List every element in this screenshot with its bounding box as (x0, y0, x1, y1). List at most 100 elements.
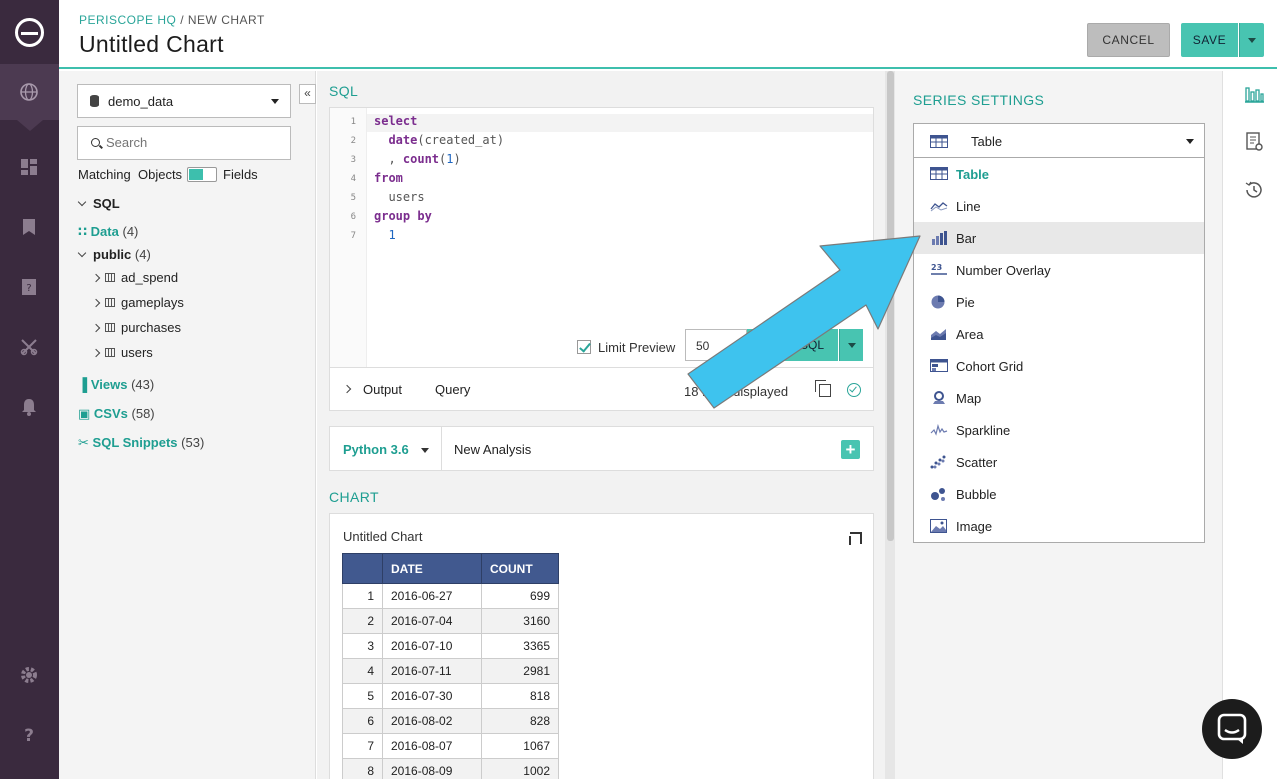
chevron-right-icon (91, 298, 101, 308)
divider (441, 427, 442, 470)
row-index-cell: 7 (342, 733, 383, 759)
table-item[interactable]: purchases (91, 320, 181, 335)
python-version-select[interactable]: Python 3.6 (343, 442, 409, 457)
option-label: Table (956, 167, 989, 182)
objects-label: Objects (137, 167, 183, 182)
chevron-right-icon (91, 323, 101, 333)
output-bar: Output Query 18 rows displayed (329, 367, 874, 411)
line-number: 3 (350, 155, 356, 165)
option-label: Bubble (956, 487, 997, 502)
column-header[interactable]: COUNT (481, 553, 559, 584)
analysis-name[interactable]: New Analysis (454, 442, 531, 457)
map-pin-icon (933, 391, 945, 404)
edit-chart-icon[interactable] (849, 532, 862, 545)
chart-type-option-table[interactable]: Table (914, 158, 1204, 190)
scrollbar[interactable] (885, 71, 895, 779)
table-name: purchases (121, 320, 181, 335)
dashboard-icon[interactable] (18, 156, 40, 178)
save-button[interactable]: SAVE (1181, 23, 1238, 57)
bar-chart-icon[interactable] (1243, 83, 1265, 105)
page-title[interactable]: Untitled Chart (79, 31, 224, 58)
chart-type-option-bubble[interactable]: Bubble (914, 478, 1204, 510)
grid-icon: ∷ (78, 224, 88, 239)
matching-toggle[interactable] (187, 167, 217, 182)
sql-editor[interactable]: 1 2 3 4 5 6 7 select date(created_at) , … (329, 107, 874, 370)
query-tab[interactable]: Query (435, 382, 470, 397)
chevron-down-icon[interactable] (421, 448, 429, 453)
table-item[interactable]: users (91, 345, 153, 360)
tree-sql[interactable]: SQL (77, 196, 120, 211)
help-icon[interactable]: ? (18, 724, 40, 746)
gear-icon[interactable] (18, 664, 40, 686)
search-input[interactable] (106, 135, 276, 150)
line-number: 6 (350, 212, 356, 222)
tree-public[interactable]: public (4) (77, 247, 151, 262)
add-analysis-button[interactable]: + (841, 440, 860, 459)
table-item[interactable]: ad_spend (91, 270, 178, 285)
tools-icon[interactable] (18, 336, 40, 358)
count-cell: 2981 (481, 658, 559, 684)
tree-snippets[interactable]: ✂ SQL Snippets (53) (78, 435, 204, 451)
settings-doc-icon[interactable] (1243, 131, 1265, 153)
table-row: 8 2016-08-09 1002 (342, 758, 559, 779)
table-row: 6 2016-08-02 828 (342, 708, 559, 734)
pie-chart-icon (931, 295, 945, 309)
option-label: Bar (956, 231, 977, 246)
output-tab[interactable]: Output (363, 382, 402, 397)
collapse-panel-button[interactable]: « (299, 84, 316, 104)
schema-search[interactable] (77, 126, 291, 160)
save-dropdown-button[interactable] (1239, 23, 1264, 57)
scrollbar-thumb[interactable] (887, 71, 894, 541)
bookmark-icon: ▐ (78, 377, 88, 392)
chart-type-option-bar[interactable]: Bar (914, 222, 1204, 254)
chart-type-option-area[interactable]: Area (914, 318, 1204, 350)
tree-snippets-count: (53) (181, 435, 205, 450)
line-gutter: 1 2 3 4 5 6 7 (330, 108, 367, 370)
limit-select[interactable]: 50 (685, 329, 747, 361)
bookmark-icon[interactable] (18, 216, 40, 238)
limit-preview-checkbox[interactable] (577, 340, 591, 354)
chart-type-option-sparkline[interactable]: Sparkline (914, 414, 1204, 446)
code-line: from (374, 171, 403, 185)
chart-type-option-map[interactable]: Map (914, 382, 1204, 414)
bell-icon[interactable] (18, 396, 40, 418)
table-body: 1 2016-06-27 699 2 2016-07-04 3160 3 2016-07-10… (342, 583, 559, 779)
chart-type-select[interactable]: Table (913, 123, 1205, 158)
matching-row: Matching Objects (78, 167, 182, 182)
date-cell: 2016-08-09 (382, 758, 482, 779)
breadcrumb-root[interactable]: PERISCOPE HQ (79, 13, 176, 27)
chart-preview: Untitled Chart DATE COUNT 1 2016-06-27 699… (329, 513, 874, 779)
column-header[interactable]: DATE (382, 553, 482, 584)
row-index-cell: 6 (342, 708, 383, 734)
chart-type-option-number-overlay[interactable]: 23 Number Overlay (914, 254, 1204, 286)
svg-text:23: 23 (931, 263, 942, 272)
chart-type-option-image[interactable]: Image (914, 510, 1204, 542)
tree-data[interactable]: ∷ Data (4) (78, 224, 138, 240)
scatter-icon (930, 455, 946, 469)
count-cell: 1067 (481, 733, 559, 759)
column-header[interactable] (342, 553, 383, 584)
history-icon[interactable] (1243, 179, 1265, 201)
table-name: gameplays (121, 295, 184, 310)
logo-icon[interactable] (15, 18, 44, 47)
cancel-button[interactable]: CANCEL (1087, 23, 1170, 57)
date-cell: 2016-07-10 (382, 633, 482, 659)
run-sql-button[interactable]: SQL (747, 329, 838, 361)
chart-type-option-cohort-grid[interactable]: Cohort Grid (914, 350, 1204, 382)
chevron-down-icon (1186, 139, 1194, 144)
globe-icon[interactable] (18, 81, 40, 103)
tree-csvs[interactable]: ▣ CSVs (58) (78, 406, 155, 422)
table-item[interactable]: gameplays (91, 295, 184, 310)
code-line: group by (374, 209, 432, 223)
database-select[interactable]: demo_data (77, 84, 291, 118)
chart-type-option-pie[interactable]: Pie (914, 286, 1204, 318)
report-icon[interactable]: ? (18, 276, 40, 298)
copy-icon[interactable] (815, 380, 831, 397)
line-number: 4 (350, 174, 356, 184)
tree-views-count: (43) (131, 377, 155, 392)
chat-button[interactable] (1202, 699, 1262, 759)
chart-type-option-line[interactable]: Line (914, 190, 1204, 222)
tree-views[interactable]: ▐ Views (43) (78, 377, 154, 392)
chart-type-option-scatter[interactable]: Scatter (914, 446, 1204, 478)
run-dropdown-button[interactable] (839, 329, 863, 361)
